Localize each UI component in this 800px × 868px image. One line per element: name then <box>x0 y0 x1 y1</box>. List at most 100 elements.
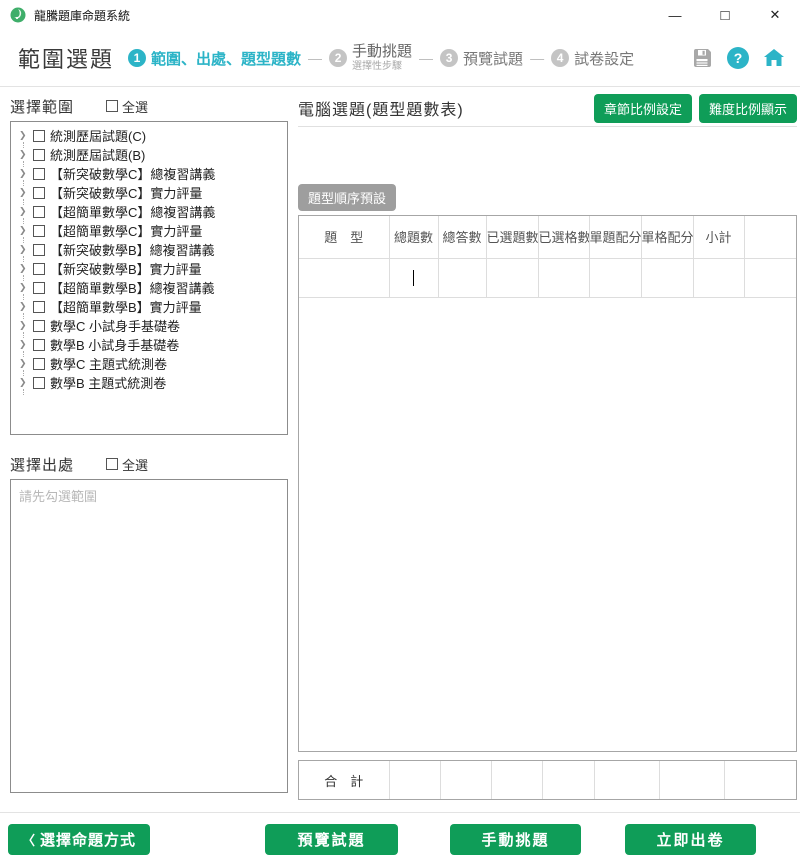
tree-checkbox[interactable] <box>33 339 45 351</box>
tree-item[interactable]: ❯【超簡單數學C】總複習講義 <box>11 202 287 221</box>
range-select-all[interactable]: 全選 <box>106 97 148 116</box>
source-list-box[interactable]: 請先勾選範圍 <box>10 479 288 793</box>
maximize-button[interactable]: □ <box>700 0 750 30</box>
total-cell <box>724 761 796 799</box>
col-extra <box>744 216 796 258</box>
tree-item[interactable]: ❯【新突破數學B】總複習講義 <box>11 240 287 259</box>
chevron-right-icon[interactable]: ❯ <box>19 301 33 312</box>
col-total-questions: 總題數 <box>389 216 438 258</box>
close-button[interactable]: ✕ <box>750 0 800 30</box>
col-selected-blanks: 已選格數 <box>538 216 589 258</box>
step-1-circle: 1 <box>128 49 146 67</box>
cell-subtotal[interactable] <box>693 258 744 297</box>
header-icons: ? <box>690 46 786 70</box>
computer-select-title: 電腦選題(題型題數表) <box>298 96 464 120</box>
range-select-all-label: 全選 <box>122 97 148 116</box>
cell-points-per-question[interactable] <box>589 258 641 297</box>
source-select-all-label: 全選 <box>122 455 148 474</box>
tree-item[interactable]: ❯統測歷屆試題(B) <box>11 145 287 164</box>
tree-checkbox[interactable] <box>33 282 45 294</box>
tree-item[interactable]: ❯數學C 小試身手基礎卷 <box>11 316 287 335</box>
tree-checkbox[interactable] <box>33 263 45 275</box>
step-1-range[interactable]: 1 範圍、出處、題型題數 <box>128 48 301 69</box>
help-icon[interactable]: ? <box>727 47 749 69</box>
minimize-button[interactable]: — <box>650 0 700 30</box>
left-column: 選擇範圍 全選 ❯統測歷屆試題(C) ❯統測歷屆試題(B) ❯【新突破數學C】總… <box>10 93 288 812</box>
tree-item[interactable]: ❯【新突破數學C】實力評量 <box>11 183 287 202</box>
tree-checkbox[interactable] <box>33 358 45 370</box>
home-icon[interactable] <box>762 46 786 70</box>
tree-item[interactable]: ❯【超簡單數學B】實力評量 <box>11 297 287 316</box>
chevron-right-icon[interactable]: ❯ <box>19 377 33 388</box>
page-header: 範圍選題 1 範圍、出處、題型題數 — 2 手動挑題 選擇性步驟 — 3 預覽試… <box>0 30 800 87</box>
step-4-paper-settings[interactable]: 4 試卷設定 <box>551 48 634 69</box>
cell-total-questions[interactable] <box>389 258 438 297</box>
page-title: 範圍選題 <box>18 42 114 74</box>
chevron-right-icon[interactable]: ❯ <box>19 358 33 369</box>
chevron-right-icon[interactable]: ❯ <box>19 168 33 179</box>
chevron-right-icon[interactable]: ❯ <box>19 339 33 350</box>
step-2-sublabel: 選擇性步驟 <box>352 61 412 72</box>
generate-paper-button[interactable]: 立即出卷 <box>625 824 756 855</box>
chevron-right-icon[interactable]: ❯ <box>19 320 33 331</box>
total-cell <box>491 761 542 799</box>
tree-item[interactable]: ❯【超簡單數學B】總複習講義 <box>11 278 287 297</box>
chevron-right-icon[interactable]: ❯ <box>19 130 33 141</box>
tree-checkbox[interactable] <box>33 320 45 332</box>
main-content: 選擇範圍 全選 ❯統測歷屆試題(C) ❯統測歷屆試題(B) ❯【新突破數學C】總… <box>0 87 800 812</box>
cell-points-per-blank[interactable] <box>641 258 693 297</box>
question-type-table: 題 型 總題數 總答數 已選題數 已選格數 單題配分 單格配分 小計 <box>298 215 797 752</box>
step-1-label: 範圍、出處、題型題數 <box>151 48 301 69</box>
right-column: 電腦選題(題型題數表) 章節比例設定 難度比例顯示 題型順序預設 題 型 總題數… <box>298 93 797 812</box>
tree-item[interactable]: ❯【新突破數學B】實力評量 <box>11 259 287 278</box>
range-select-all-checkbox[interactable] <box>106 100 118 112</box>
tree-item[interactable]: ❯【超簡單數學C】實力評量 <box>11 221 287 240</box>
col-selected-questions: 已選題數 <box>486 216 538 258</box>
tree-checkbox[interactable] <box>33 206 45 218</box>
chevron-right-icon[interactable]: ❯ <box>19 263 33 274</box>
save-icon[interactable] <box>690 46 714 70</box>
range-panel-header: 選擇範圍 全選 <box>10 93 288 119</box>
step-2-manual-pick[interactable]: 2 手動挑題 選擇性步驟 <box>329 44 412 72</box>
chevron-right-icon[interactable]: ❯ <box>19 282 33 293</box>
chevron-right-icon[interactable]: ❯ <box>19 187 33 198</box>
chevron-right-icon[interactable]: ❯ <box>19 244 33 255</box>
step-3-preview[interactable]: 3 預覽試題 <box>440 48 523 69</box>
source-select-all-checkbox[interactable] <box>106 458 118 470</box>
col-points-per-question: 單題配分 <box>589 216 641 258</box>
tree-checkbox[interactable] <box>33 301 45 313</box>
col-total-answers: 總答數 <box>438 216 486 258</box>
source-select-all[interactable]: 全選 <box>106 455 148 474</box>
step-3-label: 預覽試題 <box>463 48 523 69</box>
cell-selected-questions[interactable] <box>486 258 538 297</box>
chevron-right-icon[interactable]: ❯ <box>19 206 33 217</box>
tree-checkbox[interactable] <box>33 149 45 161</box>
chapter-ratio-button[interactable]: 章節比例設定 <box>594 94 692 123</box>
tree-checkbox[interactable] <box>33 225 45 237</box>
question-type-order-badge[interactable]: 題型順序預設 <box>298 184 396 211</box>
chevron-right-icon[interactable]: ❯ <box>19 149 33 160</box>
preview-questions-button[interactable]: 預覽試題 <box>265 824 398 855</box>
tree-checkbox[interactable] <box>33 187 45 199</box>
tree-item[interactable]: ❯數學C 主題式統測卷 <box>11 354 287 373</box>
total-cell <box>594 761 659 799</box>
total-cell <box>542 761 594 799</box>
tree-item[interactable]: ❯【新突破數學C】總複習講義 <box>11 164 287 183</box>
manual-pick-button[interactable]: 手動挑題 <box>450 824 581 855</box>
tree-checkbox[interactable] <box>33 244 45 256</box>
window-title: 龍騰題庫命題系統 <box>34 7 130 24</box>
titlebar: 龍騰題庫命題系統 — □ ✕ <box>0 0 800 30</box>
back-to-method-button[interactable]: 〈 選擇命題方式 <box>8 824 150 855</box>
tree-item[interactable]: ❯數學B 主題式統測卷 <box>11 373 287 392</box>
tree-checkbox[interactable] <box>33 377 45 389</box>
col-question-type: 題 型 <box>299 216 389 258</box>
tree-checkbox[interactable] <box>33 168 45 180</box>
tree-checkbox[interactable] <box>33 130 45 142</box>
tree-item[interactable]: ❯數學B 小試身手基礎卷 <box>11 335 287 354</box>
tree-item[interactable]: ❯統測歷屆試題(C) <box>11 126 287 145</box>
cell-selected-blanks[interactable] <box>538 258 589 297</box>
cell-total-answers[interactable] <box>438 258 486 297</box>
cell-question-type[interactable] <box>299 258 389 297</box>
difficulty-ratio-button[interactable]: 難度比例顯示 <box>699 94 797 123</box>
chevron-right-icon[interactable]: ❯ <box>19 225 33 236</box>
